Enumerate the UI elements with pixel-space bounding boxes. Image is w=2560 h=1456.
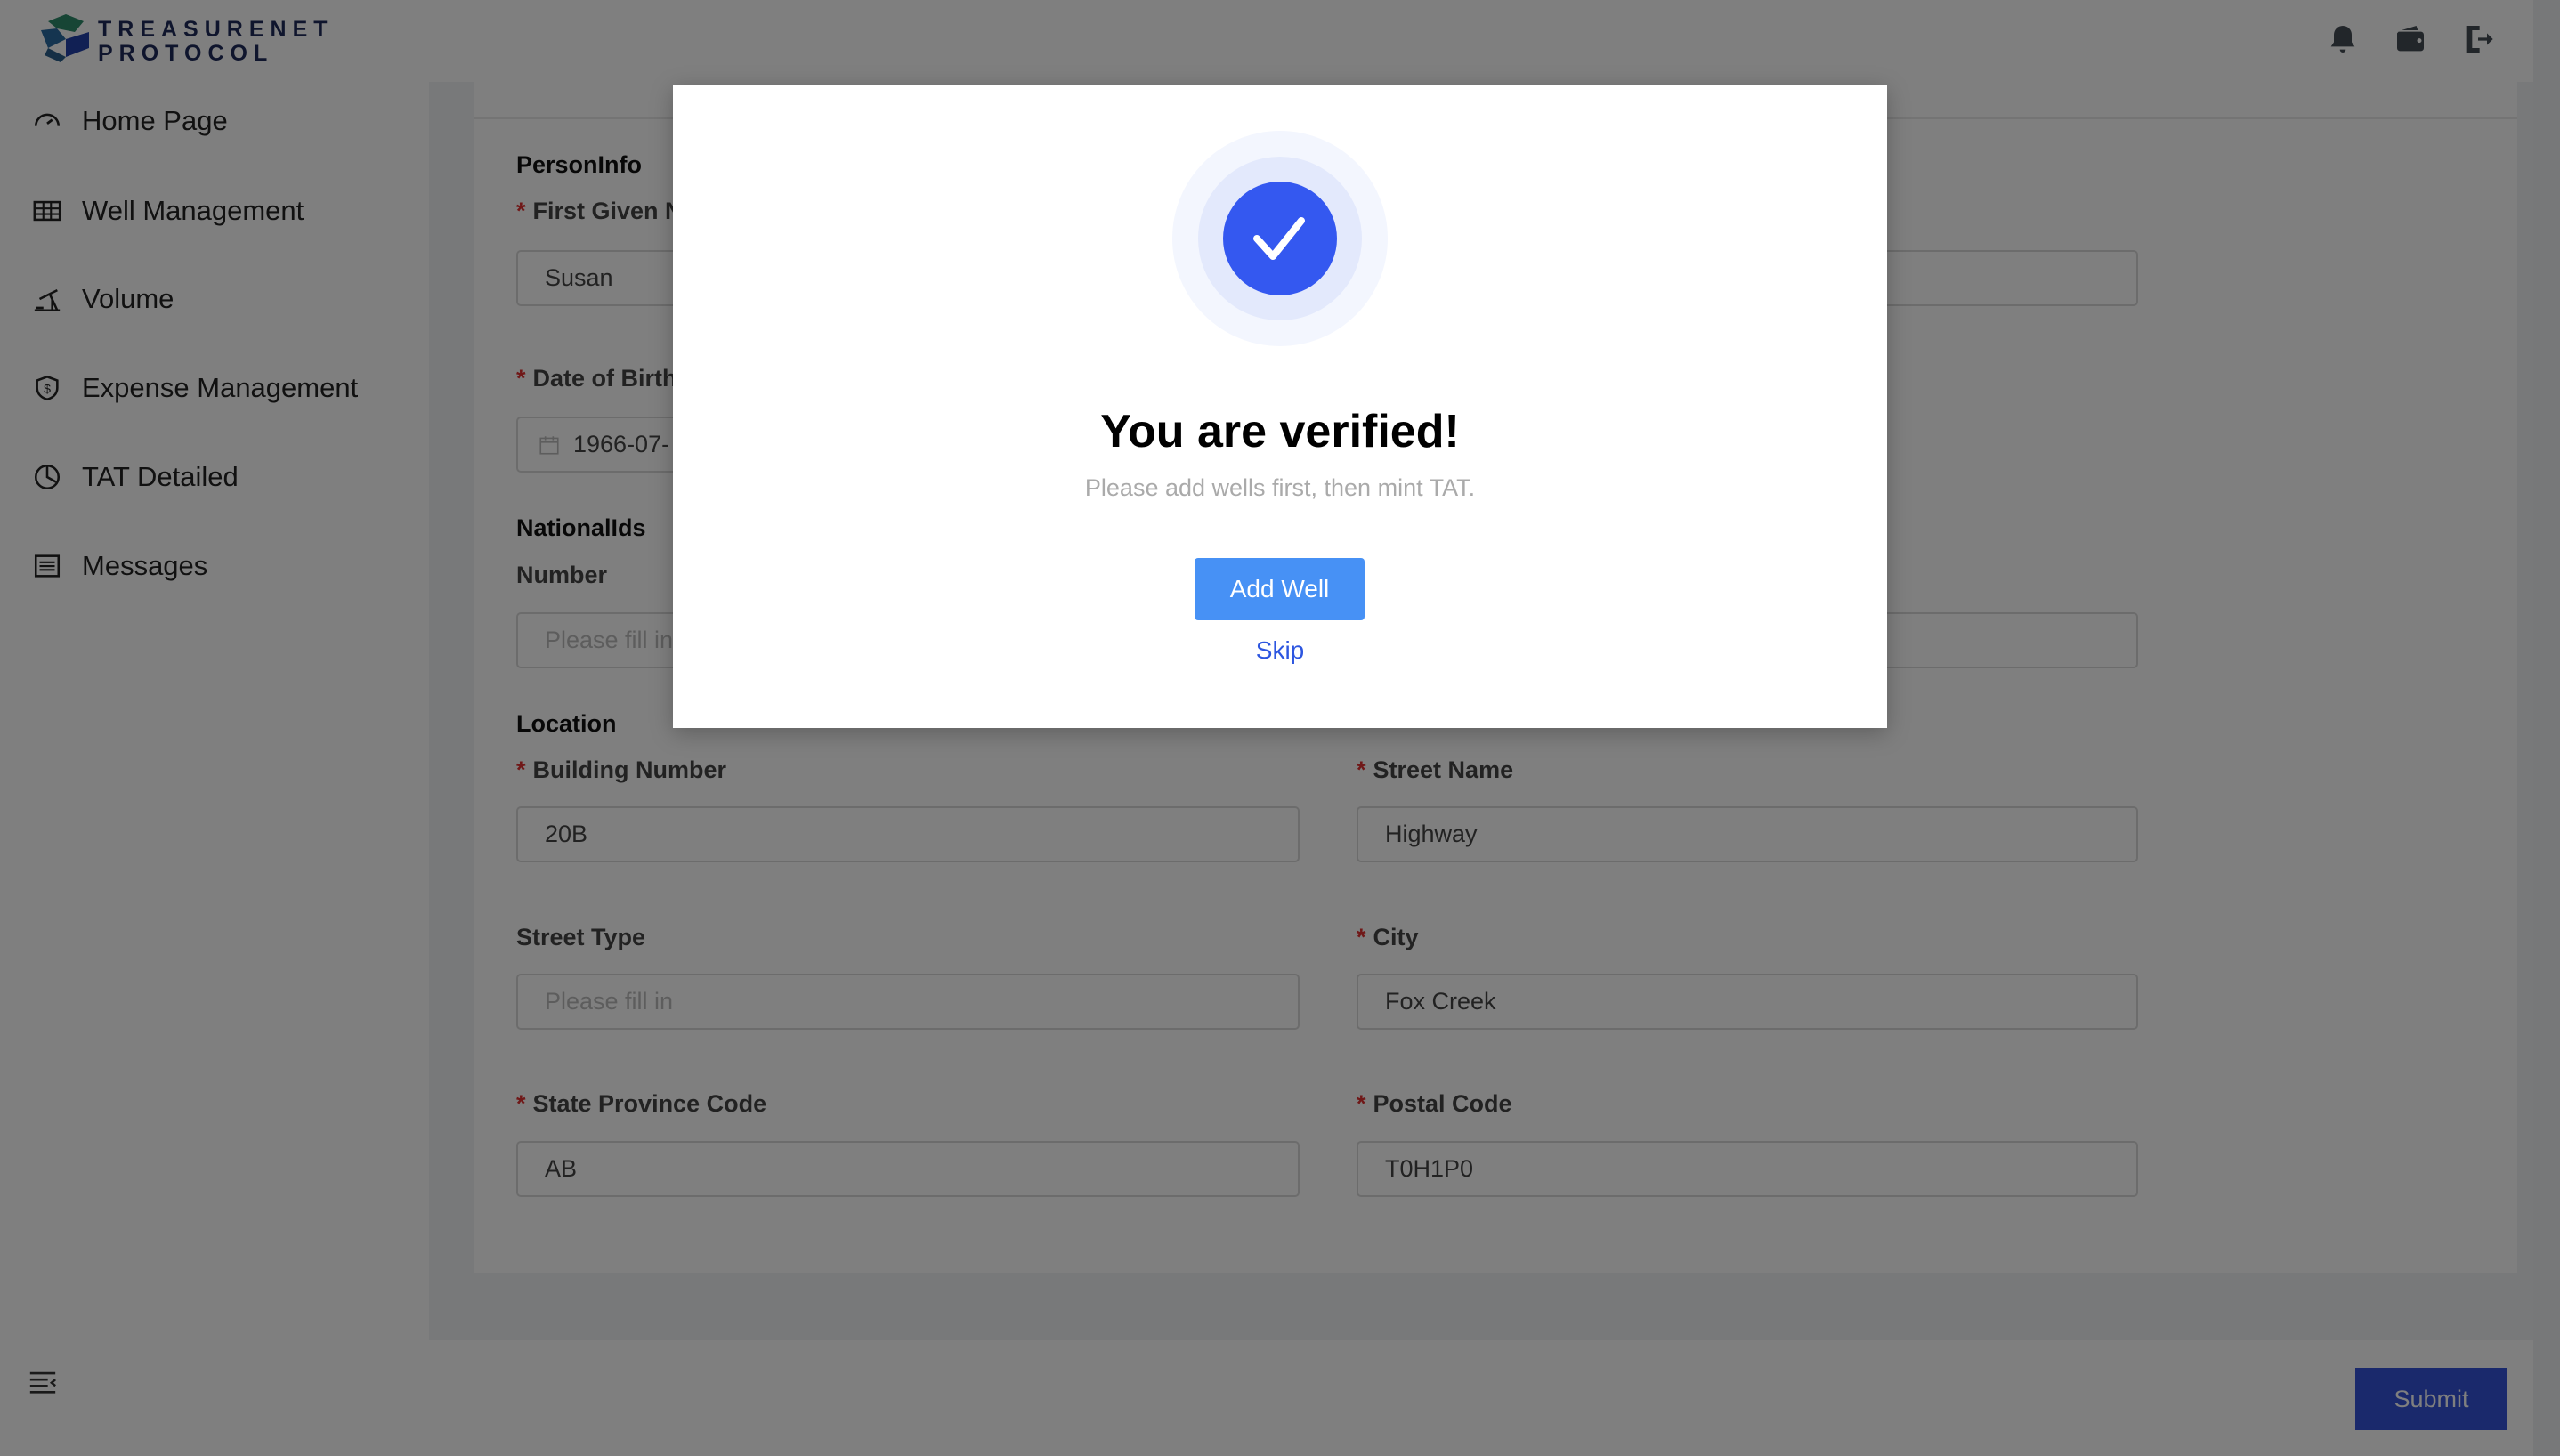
add-well-button[interactable]: Add Well — [1195, 558, 1365, 620]
check-circle-icon — [1172, 131, 1388, 346]
modal-title: You are verified! — [1100, 406, 1460, 457]
skip-link-wrap: Skip — [673, 636, 1887, 665]
verified-modal: You are verified! Please add wells first… — [673, 85, 1887, 728]
skip-link[interactable]: Skip — [1256, 636, 1304, 664]
modal-subtitle: Please add wells first, then mint TAT. — [1084, 474, 1476, 501]
